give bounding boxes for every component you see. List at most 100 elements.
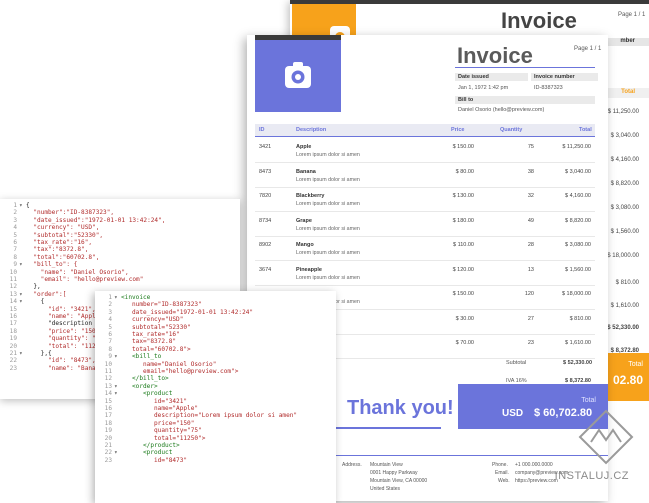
cell-name: Pineapple: [296, 266, 322, 273]
line-number: 20: [104, 434, 112, 442]
back-grand-total-value: 02.80: [612, 373, 643, 387]
watermark-text: INSTALUJ.CZ: [554, 470, 629, 482]
cell-description: Lorem ipsum dolor si amen: [296, 152, 360, 158]
email-label: Email.: [495, 470, 509, 476]
table-row: 8734 Grape Lorem ipsum dolor si amen $ 180.…: [255, 212, 595, 237]
fold-arrow-icon[interactable]: ▾: [114, 294, 118, 301]
fold-arrow-icon[interactable]: ▾: [114, 353, 118, 360]
camera-icon: [285, 62, 311, 88]
cell-quantity: 120: [524, 291, 534, 297]
cell-quantity: 75: [527, 144, 534, 150]
line-number: 21: [104, 442, 112, 449]
cell-quantity: 32: [527, 193, 534, 199]
code-text: tax="8372.8": [121, 338, 177, 346]
line-number: 18: [9, 327, 17, 335]
xml-code-editor[interactable]: 1 ▾ <invoice 2 number="ID-8387323" 3 date_is…: [95, 291, 336, 503]
code-text: "number":"ID-8387323",: [26, 209, 115, 217]
bill-to-label: Bill to: [455, 96, 595, 104]
bill-to-value: Daniel Osorio (hello@preview.com): [458, 107, 545, 113]
cell-quantity: 13: [527, 266, 534, 273]
web-value: https://preview.com: [515, 478, 558, 484]
table-row: 3421 Apple Lorem ipsum dolor si amen $ 150.…: [255, 138, 595, 163]
code-text: "currency": "USD",: [26, 224, 100, 232]
line-number: 1: [108, 294, 112, 301]
address-line: Mountain View, CA 00000: [370, 478, 428, 484]
fold-arrow-icon[interactable]: ▾: [19, 202, 23, 209]
code-text: name="Daniel Osorio": [121, 360, 217, 368]
cell-description: Lorem ipsum dolor si amen: [296, 274, 360, 281]
cell-name: Grape: [296, 217, 312, 224]
code-text: description="Lorem ipsum dolor si amen": [121, 412, 298, 420]
back-line-total: $ 8,820.00: [610, 181, 639, 187]
line-number: 6: [13, 239, 17, 246]
cell-price: $ 120.00: [452, 266, 474, 273]
invoice-number-label: Invoice number: [531, 73, 598, 81]
line-number: 15: [104, 397, 112, 405]
code-text: {: [26, 298, 45, 306]
line-number: 16: [104, 405, 112, 412]
fold-arrow-icon[interactable]: ▾: [114, 383, 118, 390]
fold-arrow-icon[interactable]: ▾: [114, 390, 118, 397]
line-number: 16: [9, 313, 17, 320]
cell-price: $ 70.00: [455, 340, 474, 346]
address-line: 0001 Happy Parkway: [370, 470, 418, 476]
line-number: 13: [104, 382, 112, 390]
code-text: "tax":"8372.8",: [26, 246, 89, 254]
line-number: 5: [13, 231, 17, 239]
line-number: 19: [9, 335, 17, 343]
code-text: "description: [26, 320, 93, 328]
cell-price: $ 80.00: [455, 168, 474, 175]
cell-description: Lorem ipsum dolor si amen: [296, 250, 360, 256]
cell-description: Lorem ipsum dolor si amen: [296, 176, 360, 183]
code-text: "tax_rate":"16",: [26, 239, 93, 246]
line-number: 8: [108, 345, 112, 353]
back-line-total: $ 11,250.00: [607, 109, 639, 115]
code-text: id="3421": [121, 397, 188, 405]
cell-total: $ 8,820.00: [565, 217, 591, 224]
fold-arrow-icon[interactable]: ▾: [19, 291, 23, 298]
cell-id: 7820: [259, 193, 272, 199]
cell-total: $ 1,560.00: [565, 266, 591, 273]
fold-arrow-icon[interactable]: ▾: [19, 350, 23, 357]
grand-total-label: Total: [581, 397, 596, 404]
line-number: 17: [9, 320, 17, 328]
invoice-number-value: ID-8387323: [534, 85, 563, 91]
thank-you-message: Thank you!: [347, 397, 454, 419]
cell-price: $ 180.00: [452, 217, 474, 224]
line-number: 4: [108, 316, 112, 324]
line-number: 4: [13, 224, 17, 232]
back-line-total: $ 3,080.00: [610, 205, 639, 211]
line-number: 13: [9, 290, 17, 298]
code-text: <product: [121, 390, 173, 398]
table-row: 3674 Pineapple Lorem ipsum dolor si amen $ …: [255, 261, 595, 286]
title-divider: [455, 67, 595, 68]
column-price: Price: [451, 127, 465, 133]
fold-arrow-icon[interactable]: ▾: [19, 298, 23, 305]
back-grand-total-label: Total: [628, 361, 643, 368]
fold-arrow-icon[interactable]: ▾: [19, 261, 23, 268]
items-table-header: ID Description Price Quantity Total: [255, 124, 595, 137]
code-text: total="11250">: [121, 434, 206, 442]
column-id: ID: [259, 127, 265, 133]
column-description: Description: [296, 127, 327, 133]
line-number: 23: [104, 456, 112, 464]
grand-total-currency: USD: [502, 408, 524, 419]
fold-arrow-icon[interactable]: ▾: [114, 449, 118, 456]
line-number: 5: [108, 323, 112, 331]
code-text: </bill_to>: [121, 375, 169, 383]
line-number: 2: [108, 301, 112, 309]
table-row: 8902 Mango Lorem ipsum dolor si amen $ 110.…: [255, 236, 595, 261]
line-number: 9: [13, 261, 17, 269]
line-number: 10: [104, 360, 112, 368]
back-line-total: $ 4,160.00: [610, 157, 639, 163]
code-text: "name": "Appl: [26, 313, 96, 320]
code-text: },: [26, 283, 41, 291]
code-text: "name": "Bana: [26, 364, 96, 372]
back-meta-label: mber: [620, 38, 635, 44]
code-text: currency="USD": [121, 316, 184, 324]
back-line-total: $ 810.00: [615, 280, 639, 286]
code-text: price="150": [121, 419, 195, 427]
code-text: "date_issued":"1972-01-01 13:42:24",: [26, 216, 166, 224]
code-text: </product>: [121, 442, 180, 449]
column-total: Total: [579, 127, 592, 133]
